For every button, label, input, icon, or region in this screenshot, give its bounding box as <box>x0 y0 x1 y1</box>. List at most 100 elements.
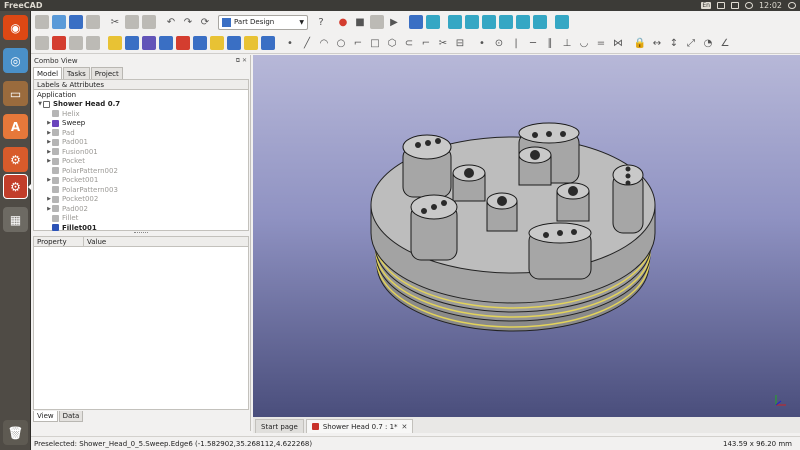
create-body-icon[interactable] <box>35 36 49 50</box>
constrain-vertical-icon[interactable]: | <box>509 36 523 50</box>
constrain-equal-icon[interactable]: = <box>594 36 608 50</box>
sketch-polyline-icon[interactable]: ⌐ <box>351 36 365 50</box>
power-icon[interactable] <box>788 2 796 9</box>
map-sketch-icon[interactable] <box>86 36 100 50</box>
tree-item[interactable]: PolarPattern002 <box>34 166 248 176</box>
constrain-distance-x-icon[interactable]: ↔ <box>650 36 664 50</box>
workbench-selector[interactable]: Part Design ▼ <box>218 14 308 30</box>
software-center-icon[interactable]: A <box>3 114 28 139</box>
save-document-icon[interactable] <box>69 15 83 29</box>
macro-run-icon[interactable]: ▶ <box>387 15 401 29</box>
constrain-distance-y-icon[interactable]: ↕ <box>667 36 681 50</box>
close-icon[interactable]: ✕ <box>402 423 408 431</box>
tree-item[interactable]: PolarPattern003 <box>34 185 248 195</box>
keyboard-indicator[interactable]: En <box>701 2 711 9</box>
whats-this-icon[interactable]: ? <box>314 15 328 29</box>
paste-icon[interactable] <box>142 15 156 29</box>
sketch-polygon-icon[interactable]: ⬡ <box>385 36 399 50</box>
files-icon[interactable]: ▭ <box>3 81 28 106</box>
pocket-icon[interactable] <box>125 36 139 50</box>
chromium-icon[interactable]: ◎ <box>3 48 28 73</box>
tree-item[interactable]: ▶ Fusion001 <box>34 147 248 157</box>
validate-sketch-icon[interactable] <box>69 36 83 50</box>
tree-document[interactable]: ▼ Shower Head 0.7 <box>34 100 248 110</box>
tab-tasks[interactable]: Tasks <box>63 67 90 79</box>
constrain-angle-icon[interactable]: ∠ <box>718 36 732 50</box>
revolution-icon[interactable] <box>142 36 156 50</box>
new-document-icon[interactable] <box>35 15 49 29</box>
value-column-header[interactable]: Value <box>84 237 106 246</box>
sketch-fillet-icon[interactable]: ⌐ <box>419 36 433 50</box>
linear-pattern-icon[interactable] <box>244 36 258 50</box>
print-icon[interactable] <box>86 15 100 29</box>
tree-item[interactable]: ▶ Pad <box>34 128 248 138</box>
shower-head-model[interactable] <box>253 55 800 417</box>
front-view-icon[interactable] <box>448 15 462 29</box>
tab-project[interactable]: Project <box>90 67 123 79</box>
copy-icon[interactable] <box>125 15 139 29</box>
network-icon[interactable] <box>716 2 725 9</box>
labels-header[interactable]: Labels & Attributes <box>33 79 249 90</box>
mirrored-icon[interactable] <box>227 36 241 50</box>
redo-icon[interactable]: ↷ <box>181 15 195 29</box>
fillet-icon[interactable] <box>176 36 190 50</box>
sketch-external-icon[interactable]: ⊟ <box>453 36 467 50</box>
system-settings-icon[interactable]: ⚙ <box>3 147 28 172</box>
constrain-distance-icon[interactable]: ⤢ <box>684 36 698 50</box>
tree-item[interactable]: ▶ Sweep <box>34 119 248 129</box>
cut-icon[interactable]: ✂ <box>108 15 122 29</box>
tree-item[interactable]: ▶ Pad001 <box>34 138 248 148</box>
sketch-circle-icon[interactable]: ○ <box>334 36 348 50</box>
constrain-horizontal-icon[interactable]: ─ <box>526 36 540 50</box>
tab-view[interactable]: View <box>33 411 58 422</box>
bottom-view-icon[interactable] <box>516 15 530 29</box>
measure-icon[interactable] <box>555 15 569 29</box>
tab-model[interactable]: Model <box>33 67 63 79</box>
polar-pattern-icon[interactable] <box>261 36 275 50</box>
tab-shower-head[interactable]: Shower Head 0.7 : 1* ✕ <box>305 419 414 433</box>
rear-view-icon[interactable] <box>499 15 513 29</box>
trash-icon[interactable]: 🗑 <box>3 420 28 445</box>
axonometric-view-icon[interactable] <box>426 15 440 29</box>
dock-float-close-icon[interactable]: ⧉ ✕ <box>236 57 247 65</box>
macro-edit-icon[interactable] <box>370 15 384 29</box>
ubuntu-icon[interactable]: ◉ <box>3 15 28 40</box>
macro-record-icon[interactable]: ● <box>336 15 350 29</box>
undo-icon[interactable]: ↶ <box>164 15 178 29</box>
constrain-parallel-icon[interactable]: ∥ <box>543 36 557 50</box>
property-editor[interactable] <box>33 247 249 410</box>
tree-item[interactable]: ▶ Pocket002 <box>34 195 248 205</box>
constrain-point-on-object-icon[interactable]: ⊙ <box>492 36 506 50</box>
sketch-arc-icon[interactable]: ◠ <box>317 36 331 50</box>
tree-item[interactable]: ▶ Pad002 <box>34 204 248 214</box>
constrain-coincident-icon[interactable]: • <box>475 36 489 50</box>
calculator-icon[interactable]: ▦ <box>3 207 28 232</box>
draft-icon[interactable] <box>210 36 224 50</box>
battery-icon[interactable] <box>730 2 739 9</box>
pad-icon[interactable] <box>108 36 122 50</box>
refresh-icon[interactable]: ⟳ <box>198 15 212 29</box>
fit-all-icon[interactable] <box>409 15 423 29</box>
sketch-trim-icon[interactable]: ✂ <box>436 36 450 50</box>
constrain-symmetric-icon[interactable]: ⋈ <box>611 36 625 50</box>
open-document-icon[interactable] <box>52 15 66 29</box>
macro-stop-icon[interactable]: ■ <box>353 15 367 29</box>
tab-data[interactable]: Data <box>58 411 84 422</box>
right-view-icon[interactable] <box>482 15 496 29</box>
property-column-header[interactable]: Property <box>34 237 84 246</box>
tree-item[interactable]: ▶ Pocket001 <box>34 176 248 186</box>
clock[interactable]: 12:02 <box>759 1 782 10</box>
left-view-icon[interactable] <box>533 15 547 29</box>
sketch-point-icon[interactable]: • <box>283 36 297 50</box>
tree-item[interactable]: Helix <box>34 109 248 119</box>
groove-icon[interactable] <box>159 36 173 50</box>
tab-start-page[interactable]: Start page <box>255 419 304 433</box>
3d-viewport[interactable] <box>253 55 800 417</box>
constrain-tangent-icon[interactable]: ◡ <box>577 36 591 50</box>
freecad-icon[interactable]: ⚙ <box>3 174 28 199</box>
chamfer-icon[interactable] <box>193 36 207 50</box>
constrain-radius-icon[interactable]: ◔ <box>701 36 715 50</box>
top-view-icon[interactable] <box>465 15 479 29</box>
constrain-lock-icon[interactable]: 🔒 <box>633 36 647 50</box>
panel-splitter[interactable] <box>33 232 249 235</box>
